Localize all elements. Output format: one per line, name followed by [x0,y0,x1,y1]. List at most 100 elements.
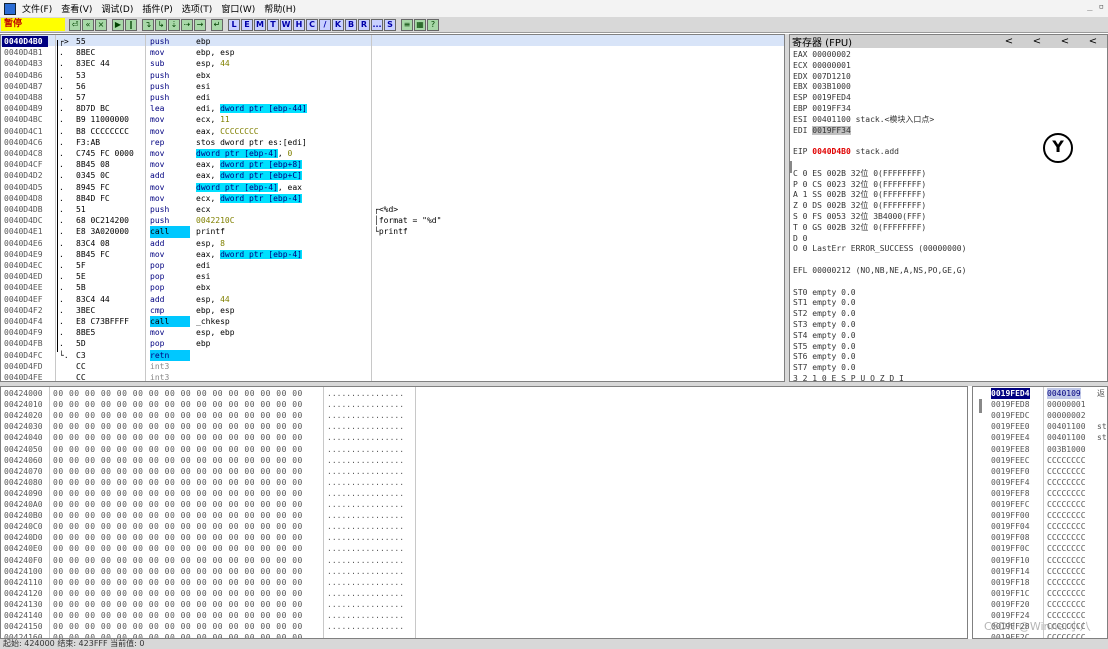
toolbar-button[interactable]: ‖ [125,18,137,31]
stack-value: CCCCCCCC [1047,533,1086,543]
instruction-mnemonic: call [150,226,190,238]
register-line[interactable]: EFL 00000212 (NO,NB,NE,A,NS,PO,GE,G) [793,266,966,277]
registers-pane[interactable]: 寄存器 (FPU) < < < < EAX 00000002 ECX 000000… [789,34,1108,382]
register-line[interactable]: D 0 [793,234,807,245]
register-line[interactable]: ST7 empty 0.0 [793,363,856,374]
registers-nav-button[interactable]: < [1023,36,1051,47]
toolbar-button[interactable]: ↳ [155,18,167,31]
toolbar-button[interactable]: ↵ [211,18,223,31]
toolbar-button[interactable]: ? [427,18,439,31]
menu-item[interactable]: 查看(V) [61,2,92,15]
register-line[interactable]: EAX 00000002 [793,50,851,61]
dump-address: 00424050 [4,444,43,454]
restore-button[interactable]: ▫ [1099,2,1104,12]
stack-scroll-thumb[interactable] [979,399,982,413]
toolbar-button[interactable]: H [293,18,305,31]
instruction-operands: esp, 44 [196,58,371,69]
register-text: ST1 empty 0.0 [793,298,856,308]
instruction-mnemonic: push [150,93,170,102]
register-line[interactable]: ST5 empty 0.0 [793,342,856,353]
menu-item[interactable]: 帮助(H) [264,2,296,15]
register-split-handle[interactable] [790,161,792,173]
instruction-operands: ebx [196,282,371,293]
toolbar-button[interactable]: ▦ [414,18,426,31]
register-line[interactable]: A 1 SS 002B 32位 0(FFFFFFFF) [793,190,926,201]
register-line[interactable]: ST4 empty 0.0 [793,331,856,342]
toolbar-button[interactable]: W [280,18,292,31]
menu-item[interactable]: 调试(D) [101,2,133,15]
register-line[interactable]: EBX 003B1000 [793,82,851,93]
dump-hex-bytes: 00 00 00 00 00 00 00 00 00 00 00 00 00 0… [53,533,303,543]
register-line[interactable]: Z 0 DS 002B 32位 0(FFFFFFFF) [793,201,926,212]
registers-nav-button[interactable]: < [1079,36,1107,47]
register-line[interactable]: ST3 empty 0.0 [793,320,856,331]
register-line[interactable]: ST2 empty 0.0 [793,309,856,320]
toolbar-button[interactable]: ↴ [142,18,154,31]
instruction-bytes: 5F [76,261,86,270]
disassembly-pane[interactable]: 0040D4B0 ┌> 55 push ebp 0040D4B1. 8BEC mov ebp, … [0,34,785,382]
registers-nav-button[interactable]: < [995,36,1023,47]
registers-nav-button[interactable]: < [1051,36,1079,47]
dump-ascii: ................ [327,511,405,521]
menu-item[interactable]: 窗口(W) [221,2,255,15]
instruction-comment: │format = "%d" [374,216,442,226]
register-line[interactable]: EBP 0019FF34 [793,104,851,115]
stack-comment: st [1097,433,1107,443]
toolbar-button[interactable]: M [254,18,266,31]
flow-marker: . [59,171,64,181]
toolbar-button[interactable]: C [306,18,318,31]
instruction-address: 0040D4F9 [4,328,43,338]
menu-item[interactable]: 文件(F) [22,2,52,15]
menu-item[interactable]: 选项(T) [182,2,213,15]
register-line[interactable]: ESP 0019FED4 [793,93,851,104]
toolbar-button[interactable]: × [95,18,107,31]
dump-ascii: ................ [327,633,405,639]
register-line[interactable]: P 0 CS 0023 32位 0(FFFFFFFF) [793,180,926,191]
register-line[interactable]: T 0 GS 002B 32位 0(FFFFFFFF) [793,223,926,234]
register-line[interactable]: 3 2 1 0 E S P U O Z D I [793,374,904,381]
toolbar-button[interactable]: L [228,18,240,31]
register-line[interactable]: EDX 007D1210 [793,72,851,83]
toolbar-button[interactable]: ... [371,18,383,31]
toolbar-button[interactable]: ▶ [112,18,124,31]
register-line[interactable]: ESI 00401100 stack.<模块入口点> [793,115,934,126]
stack-pane[interactable]: 0019FED4 0040109 返 0019FED8 00000001 0019FEDC… [972,386,1108,639]
register-line[interactable]: ECX 00000001 [793,61,851,72]
toolbar-button[interactable]: T [267,18,279,31]
register-line[interactable]: ST6 empty 0.0 [793,352,856,363]
register-line[interactable]: ST0 empty 0.0 [793,288,856,299]
memory-dump-pane[interactable]: 00424000 00 00 00 00 00 00 00 00 00 00 00… [0,386,968,639]
toolbar-button[interactable]: ≡ [401,18,413,31]
stack-address: 0019FF08 [991,533,1030,543]
toolbar-button[interactable]: S [384,18,396,31]
register-line[interactable]: O 0 LastErr ERROR_SUCCESS (00000000) [793,244,966,255]
toolbar-button[interactable]: B [345,18,357,31]
toolbar-button[interactable]: « [82,18,94,31]
register-value[interactable]: 0019FF34 [812,125,851,135]
instruction-operands: edi [196,260,371,271]
toolbar-button[interactable]: / [319,18,331,31]
stack-value: CCCCCCCC [1047,599,1086,609]
register-line[interactable]: ST1 empty 0.0 [793,298,856,309]
stack-value: CCCCCCCC [1047,477,1086,487]
register-text: ST0 empty 0.0 [793,287,856,297]
toolbar-button[interactable]: ⇣ [168,18,180,31]
plugin-logo-icon[interactable]: Y [1043,133,1073,163]
register-line[interactable]: EIP 0040D4B0 stack.add [793,147,899,158]
minimize-button[interactable]: _ [1087,2,1092,12]
instruction-address: 0040D4D2 [4,171,43,181]
register-line[interactable]: EDI 0019FF34 [793,125,851,137]
toolbar-button[interactable]: ⏎ [69,18,81,31]
toolbar-button[interactable]: E [241,18,253,31]
instruction-bytes: 83EC 44 [76,59,110,69]
toolbar-button[interactable]: R [358,18,370,31]
register-value-changed[interactable]: 0040D4B0 [812,147,851,156]
toolbar-button[interactable]: K [332,18,344,31]
instruction-operands: esp, 8 [196,238,371,249]
menu-item[interactable]: 插件(P) [142,2,172,15]
register-line[interactable]: S 0 FS 0053 32位 3B4000(FFF) [793,212,926,223]
toolbar-button[interactable]: ⇢ [181,18,193,31]
dump-hex-bytes: 00 00 00 00 00 00 00 00 00 00 00 00 00 0… [53,488,303,498]
register-line[interactable]: C 0 ES 002B 32位 0(FFFFFFFF) [793,169,926,180]
toolbar-button[interactable]: → [194,18,206,31]
